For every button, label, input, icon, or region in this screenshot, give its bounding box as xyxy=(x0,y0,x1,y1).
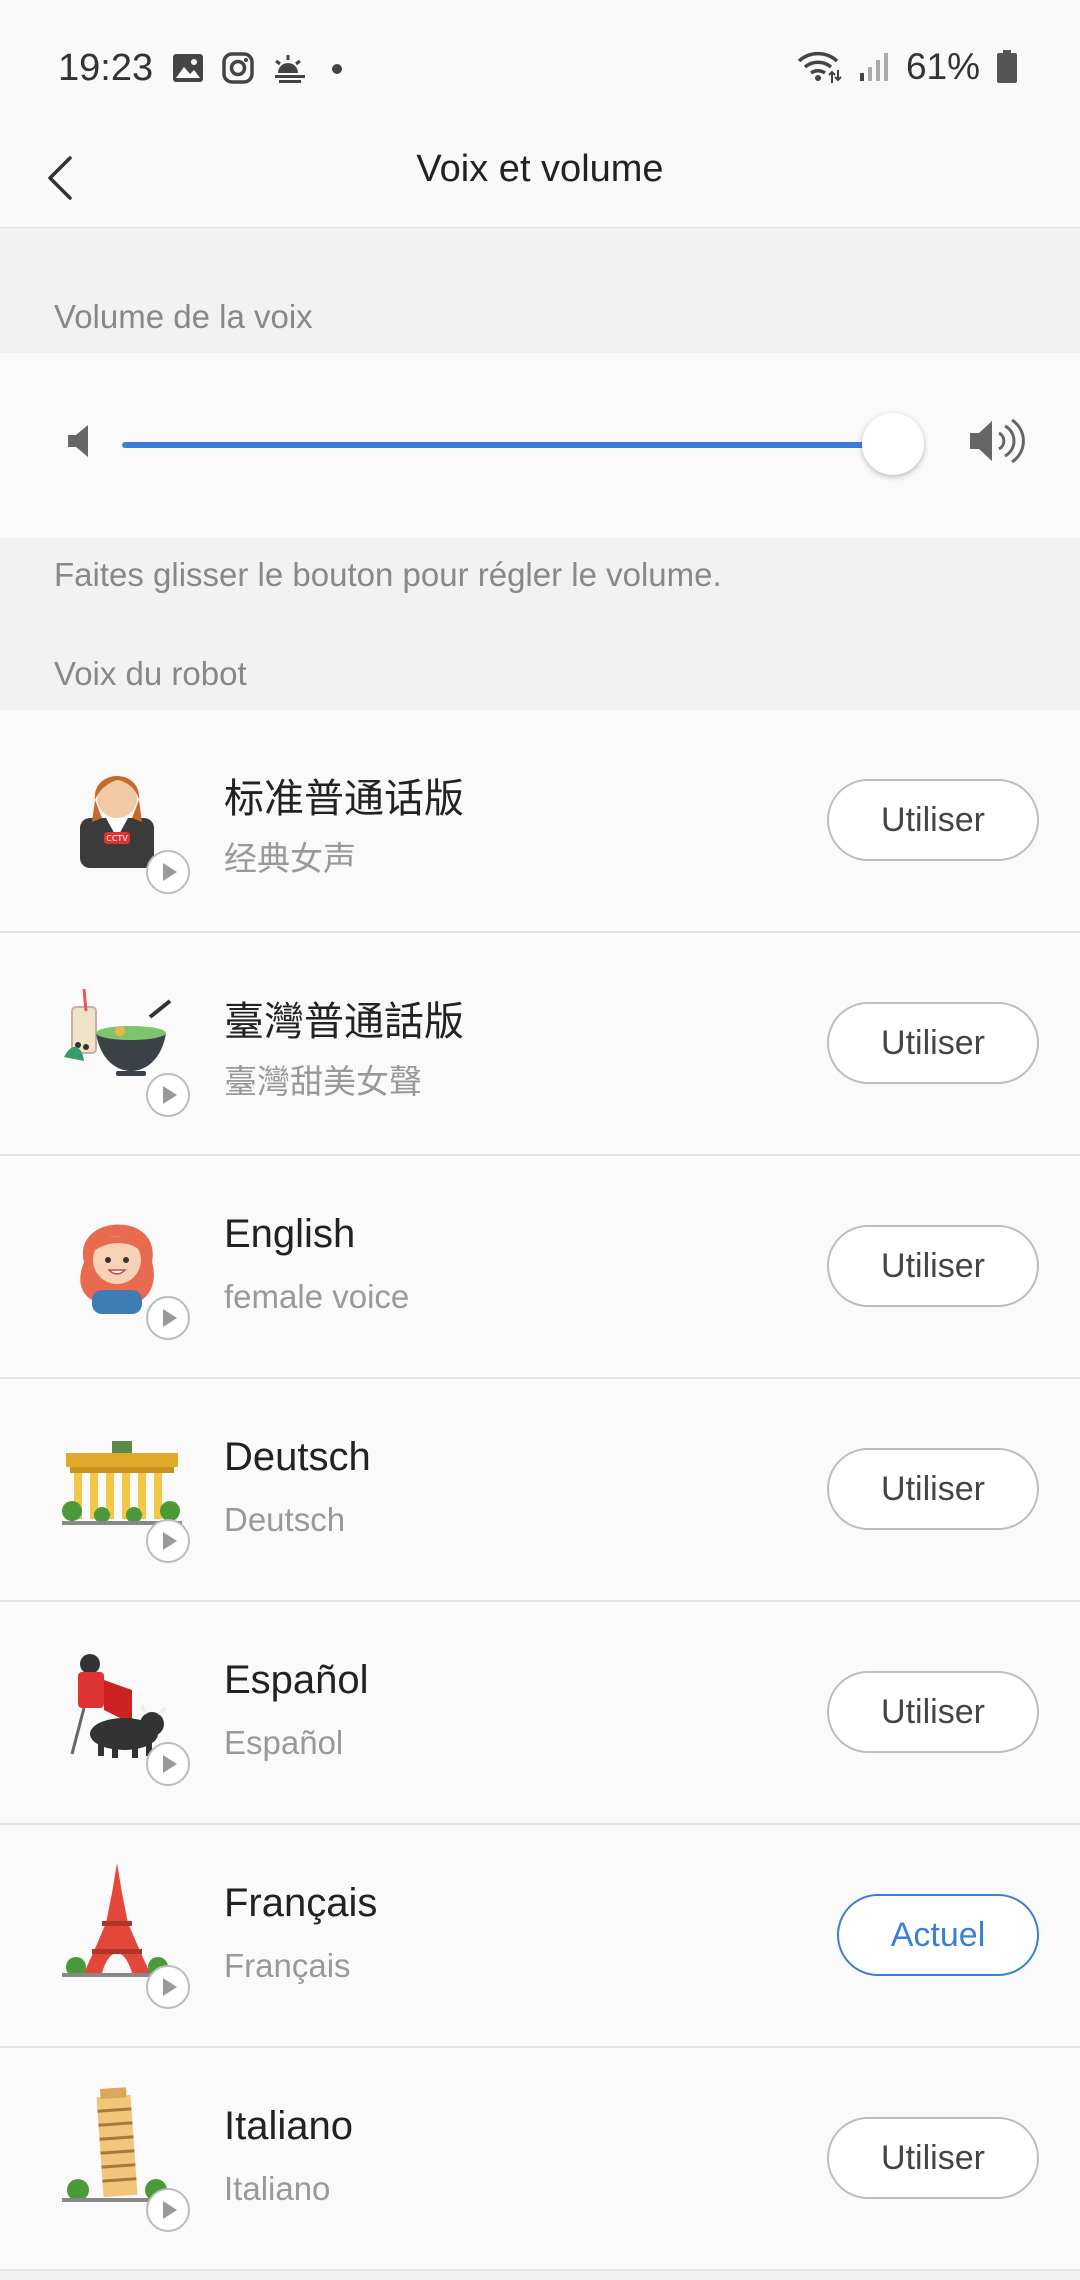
instagram-icon xyxy=(222,52,254,84)
voice-row: English female voice Utiliser xyxy=(0,1156,1080,1379)
use-voice-button[interactable]: Utiliser xyxy=(827,779,1039,861)
volume-help-text: Faites glisser le bouton pour régler le … xyxy=(54,556,722,593)
voice-section-label: Voix du robot xyxy=(54,655,247,692)
volume-high-icon xyxy=(968,415,1030,472)
red-hair-girl-icon xyxy=(62,1204,172,1314)
current-voice-button[interactable]: Actuel xyxy=(837,1894,1039,1976)
notification-icons xyxy=(172,52,348,84)
bullfighter-icon xyxy=(62,1650,172,1760)
play-icon xyxy=(163,1978,177,1996)
play-preview-button[interactable] xyxy=(146,2188,190,2232)
volume-low-icon xyxy=(66,423,94,464)
nav-bar: Voix et volume xyxy=(0,135,1080,228)
voice-name: 臺灣普通話版 xyxy=(224,1000,464,1044)
voice-name: English xyxy=(224,1212,356,1256)
use-voice-button[interactable]: Utiliser xyxy=(827,1002,1039,1084)
play-icon xyxy=(163,2201,177,2219)
system-status: 61% xyxy=(796,46,1018,88)
signal-icon xyxy=(858,51,890,83)
voice-list: CCTV 标准普通话版 经典女声 Utiliser 臺灣普通話版 臺灣甜美女聲 … xyxy=(0,710,1080,2271)
voice-name: Español xyxy=(224,1658,369,1702)
svg-text:CCTV: CCTV xyxy=(106,834,128,843)
voice-row: Español Español Utiliser xyxy=(0,1602,1080,1825)
play-icon xyxy=(163,863,177,881)
volume-section-label: Volume de la voix xyxy=(54,298,313,335)
eiffel-tower-icon xyxy=(62,1863,172,1983)
play-preview-button[interactable] xyxy=(146,1519,190,1563)
play-icon xyxy=(163,1532,177,1550)
gallery-icon xyxy=(172,53,204,83)
voice-subtitle: 经典女声 xyxy=(224,840,356,877)
voice-subtitle: Español xyxy=(224,1724,344,1761)
play-preview-button[interactable] xyxy=(146,850,190,894)
brandenburg-gate-icon xyxy=(62,1427,182,1537)
play-preview-button[interactable] xyxy=(146,1965,190,2009)
play-icon xyxy=(163,1755,177,1773)
wifi-icon xyxy=(796,50,842,84)
voice-subtitle: female voice xyxy=(224,1278,410,1315)
status-bar: 19:23 61% xyxy=(0,0,1080,135)
battery-percent: 61% xyxy=(905,46,980,87)
voice-subtitle: Italiano xyxy=(224,2170,331,2207)
volume-panel xyxy=(0,353,1080,538)
voice-row: 臺灣普通話版 臺灣甜美女聲 Utiliser xyxy=(0,933,1080,1156)
voice-subtitle: Français xyxy=(224,1947,351,1984)
voice-subtitle: Deutsch xyxy=(224,1501,346,1538)
status-time: 19:23 xyxy=(58,47,154,89)
play-preview-button[interactable] xyxy=(146,1073,190,1117)
play-icon xyxy=(163,1309,177,1327)
play-preview-button[interactable] xyxy=(146,1742,190,1786)
voice-row: Italiano Italiano Utiliser xyxy=(0,2048,1080,2271)
use-voice-button[interactable]: Utiliser xyxy=(827,1448,1039,1530)
volume-slider-track[interactable] xyxy=(122,442,868,448)
leaning-tower-icon xyxy=(62,2087,172,2206)
voice-row: CCTV 标准普通话版 经典女声 Utiliser xyxy=(0,710,1080,933)
voice-subtitle: 臺灣甜美女聲 xyxy=(224,1063,422,1100)
voice-name: Français xyxy=(224,1881,378,1925)
page-title: Voix et volume xyxy=(416,148,664,190)
use-voice-button[interactable]: Utiliser xyxy=(827,1671,1039,1753)
use-voice-button[interactable]: Utiliser xyxy=(827,2117,1039,2199)
play-preview-button[interactable] xyxy=(146,1296,190,1340)
play-icon xyxy=(163,1086,177,1104)
voice-name: 标准普通话版 xyxy=(224,777,464,821)
voice-row: Français Français Actuel xyxy=(0,1825,1080,2048)
voice-row: Deutsch Deutsch Utiliser xyxy=(0,1379,1080,1602)
voice-name: Deutsch xyxy=(224,1435,371,1479)
volume-slider-thumb[interactable] xyxy=(862,413,924,475)
use-voice-button[interactable]: Utiliser xyxy=(827,1225,1039,1307)
weather-icon xyxy=(272,53,308,83)
dot-icon xyxy=(326,53,348,83)
news-anchor-icon: CCTV xyxy=(62,758,172,868)
bubble-tea-noodles-icon xyxy=(62,981,172,1091)
battery-icon xyxy=(996,50,1018,84)
voice-name: Italiano xyxy=(224,2104,353,2148)
